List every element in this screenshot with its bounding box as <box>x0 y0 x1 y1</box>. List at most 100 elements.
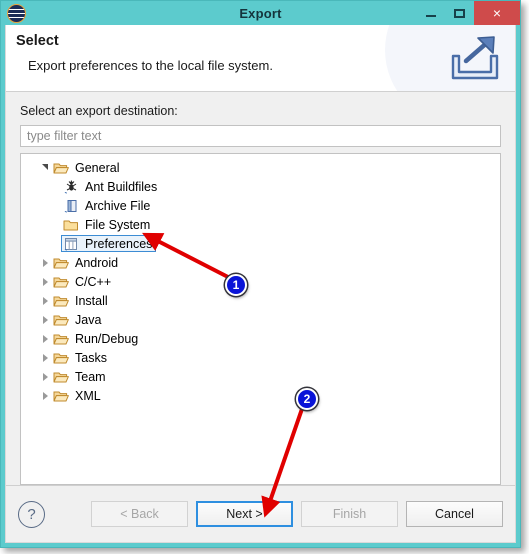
title-bar[interactable]: Export × <box>1 1 520 25</box>
folder-open-icon <box>53 160 70 175</box>
chevron-right-icon[interactable] <box>37 315 53 324</box>
tree-item-android[interactable]: Android <box>21 253 500 272</box>
tree-item-content: Java <box>53 312 101 327</box>
tree-item-content: General <box>53 160 119 175</box>
folder-open-icon <box>53 331 70 346</box>
close-button[interactable]: × <box>474 1 520 25</box>
tree-item-content: Archive File <box>63 198 150 213</box>
tree-item-archive-file[interactable]: Archive File <box>21 196 500 215</box>
tree-item-xml[interactable]: XML <box>21 386 500 405</box>
tree-item-content: C/C++ <box>53 274 111 289</box>
twisty-triangle <box>42 353 48 362</box>
tree-item-label: Run/Debug <box>75 331 139 346</box>
chevron-right-icon[interactable] <box>37 391 53 400</box>
chevron-right-icon[interactable] <box>37 277 53 286</box>
annotation-badge-1: 1 <box>225 274 247 296</box>
chevron-right-icon[interactable] <box>37 353 53 362</box>
dialog-footer: ? < Back Next > Finish Cancel <box>6 485 515 542</box>
tree-item-content: File System <box>63 217 150 232</box>
chevron-down-icon[interactable] <box>37 163 53 170</box>
annotation-badge-2: 2 <box>296 388 318 410</box>
tree-item-label: File System <box>85 217 151 232</box>
dialog-body: Select Export preferences to the local f… <box>5 25 516 543</box>
tree-item-label: Install <box>75 293 108 308</box>
dialog-content: Select an export destination: type filte… <box>6 92 515 485</box>
folder-open-icon <box>53 274 70 289</box>
window-controls: × <box>416 1 520 25</box>
folder-open-icon <box>53 312 70 327</box>
filter-input[interactable]: type filter text <box>20 125 501 147</box>
dialog-button-group: < Back Next > Finish Cancel <box>91 501 503 527</box>
twisty-triangle <box>42 334 48 343</box>
help-label: ? <box>27 505 36 523</box>
help-icon[interactable]: ? <box>18 500 45 528</box>
tree-item-content: Tasks <box>53 350 107 365</box>
button-label: Finish <box>332 507 367 521</box>
tree-item-label: Ant Buildfiles <box>85 179 158 194</box>
tree-item-general[interactable]: General <box>21 158 500 177</box>
tree-item-ant-buildfiles[interactable]: Ant Buildfiles <box>21 177 500 196</box>
destination-label: Select an export destination: <box>20 104 178 118</box>
tree-item-label: Archive File <box>85 198 151 213</box>
folder-open-icon <box>53 388 70 403</box>
folder-open-icon <box>53 255 70 270</box>
tree-item-content: XML <box>53 388 101 403</box>
button-label: Cancel <box>435 507 474 521</box>
export-dialog-window: Export × Select Export preferences to th… <box>0 0 521 548</box>
page-title: Select <box>16 33 59 49</box>
tree-item-preferences[interactable]: Preferences <box>21 234 500 253</box>
tree-item-label: C/C++ <box>75 274 112 289</box>
tree-item-label: Preferences <box>85 236 153 251</box>
chevron-right-icon[interactable] <box>37 296 53 305</box>
tree-item-label: Java <box>75 312 102 327</box>
tree-item-label: Tasks <box>75 350 107 365</box>
tree-item-run-debug[interactable]: Run/Debug <box>21 329 500 348</box>
tree-item-label: Android <box>75 255 119 270</box>
close-icon: × <box>492 5 502 21</box>
minimize-icon <box>425 15 436 17</box>
maximize-icon <box>454 8 465 18</box>
twisty-triangle <box>42 372 48 381</box>
filter-placeholder: type filter text <box>27 129 102 143</box>
tree-item-java[interactable]: Java <box>21 310 500 329</box>
next-button[interactable]: Next > <box>196 501 293 527</box>
archive-file-icon <box>63 198 80 213</box>
tree-item-label: General <box>75 160 120 175</box>
dialog-banner: Select Export preferences to the local f… <box>6 25 515 92</box>
tree-item-install[interactable]: Install <box>21 291 500 310</box>
folder-closed-icon <box>63 217 80 232</box>
folder-open-icon <box>53 369 70 384</box>
ant-buildfile-icon <box>63 179 80 194</box>
preferences-icon <box>63 236 80 251</box>
tree-item-content: Install <box>53 293 108 308</box>
chevron-right-icon[interactable] <box>37 372 53 381</box>
twisty-triangle <box>42 296 48 305</box>
tree-item-content: Ant Buildfiles <box>63 179 157 194</box>
tree-item-content: Run/Debug <box>53 331 138 346</box>
tree-item-label: Team <box>75 369 106 384</box>
tree-item-team[interactable]: Team <box>21 367 500 386</box>
page-description: Export preferences to the local file sys… <box>28 58 273 73</box>
tree-item-content: Android <box>53 255 118 270</box>
tree-item-content: Team <box>53 369 106 384</box>
tree-item-file-system[interactable]: File System <box>21 215 500 234</box>
tree-item-c-c-[interactable]: C/C++ <box>21 272 500 291</box>
twisty-triangle <box>42 315 48 324</box>
twisty-triangle <box>42 163 48 170</box>
export-arrow-tray-icon <box>451 36 499 80</box>
twisty-triangle <box>42 258 48 267</box>
finish-button: Finish <box>301 501 398 527</box>
tree-item-label: XML <box>75 388 101 403</box>
twisty-triangle <box>42 277 48 286</box>
tree-item-content: Preferences <box>61 235 157 252</box>
back-button: < Back <box>91 501 188 527</box>
maximize-button[interactable] <box>445 1 474 25</box>
minimize-button[interactable] <box>416 1 445 25</box>
chevron-right-icon[interactable] <box>37 258 53 267</box>
tree-item-tasks[interactable]: Tasks <box>21 348 500 367</box>
cancel-button[interactable]: Cancel <box>406 501 503 527</box>
chevron-right-icon[interactable] <box>37 334 53 343</box>
twisty-triangle <box>42 391 48 400</box>
button-label: < Back <box>120 507 159 521</box>
export-destination-tree[interactable]: General Ant Buildfiles Archive File File Sy… <box>20 153 501 485</box>
